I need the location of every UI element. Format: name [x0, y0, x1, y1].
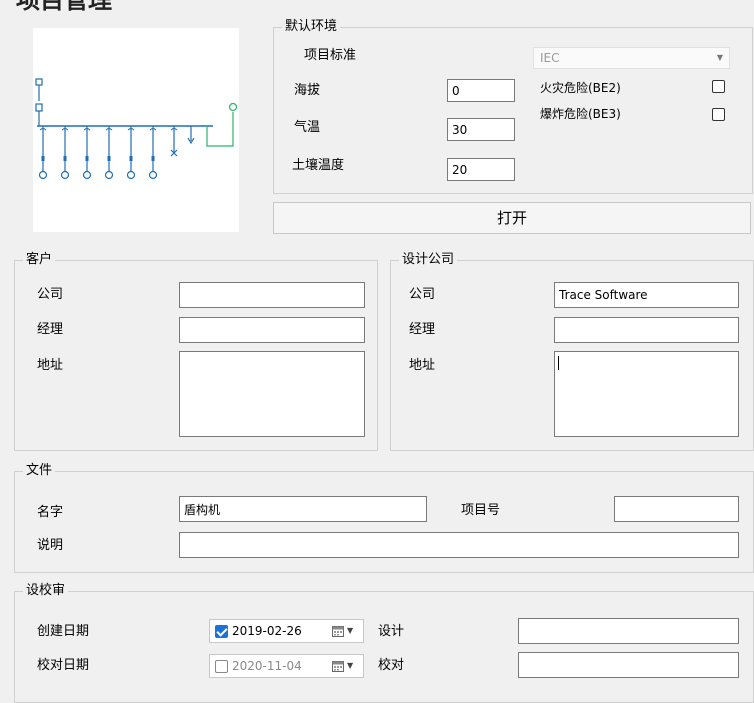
- customer-company-input[interactable]: [179, 282, 365, 308]
- checked-date-label: 校对日期: [37, 658, 90, 673]
- incoming-breaker-symbol: [35, 78, 43, 86]
- design-company-manager-label: 经理: [409, 322, 436, 337]
- feeder-2: [60, 126, 70, 180]
- fire-risk-label: 火灾危险(BE2): [540, 81, 621, 95]
- calendar-icon[interactable]: [332, 660, 344, 672]
- default-environment-title: 默认环境: [282, 19, 341, 35]
- customer-address-textarea[interactable]: [179, 351, 365, 437]
- customer-title: 客户: [23, 252, 56, 268]
- design-company-address-label: 地址: [409, 358, 436, 373]
- checked-date-picker[interactable]: 2020-11-04 ▼: [209, 654, 364, 678]
- design-company-address-textarea[interactable]: [554, 351, 739, 437]
- design-company-manager-input[interactable]: [554, 317, 739, 343]
- feeder-1: [38, 126, 48, 180]
- feeder-4: [104, 126, 114, 180]
- file-name-label: 名字: [37, 505, 64, 520]
- created-date-checkbox[interactable]: [215, 625, 228, 638]
- chevron-down-icon[interactable]: ▼: [347, 659, 353, 673]
- created-date-label: 创建日期: [37, 624, 90, 639]
- customer-address-label: 地址: [37, 358, 64, 373]
- created-date-value: 2019-02-26: [232, 624, 302, 638]
- created-date-picker[interactable]: 2019-02-26 ▼: [209, 619, 364, 643]
- review-group: 设校审: [14, 583, 754, 703]
- soil-temperature-input[interactable]: [447, 158, 515, 181]
- text-cursor: [558, 356, 559, 370]
- altitude-label: 海拔: [294, 83, 321, 98]
- single-line-diagram: [35, 78, 238, 180]
- feeder-7: [170, 126, 178, 157]
- temperature-label: 气温: [294, 120, 321, 135]
- description-input[interactable]: [179, 532, 739, 558]
- design-label: 设计: [378, 624, 405, 639]
- open-button[interactable]: 打开: [273, 202, 751, 234]
- checked-date-value: 2020-11-04: [232, 659, 302, 673]
- review-title: 设校审: [23, 583, 69, 599]
- project-number-input[interactable]: [614, 496, 739, 522]
- file-title: 文件: [23, 463, 56, 479]
- project-number-label: 项目号: [461, 503, 501, 518]
- page-title: 项目管理: [16, 0, 112, 14]
- altitude-input[interactable]: [447, 79, 515, 102]
- design-company-title: 设计公司: [399, 252, 458, 268]
- fire-risk-checkbox[interactable]: [712, 80, 725, 93]
- calendar-icon[interactable]: [332, 625, 344, 637]
- feeder-6: [148, 126, 158, 180]
- check-input[interactable]: [518, 652, 739, 678]
- incoming-switch-symbol: [35, 103, 43, 112]
- project-standard-label: 项目标准: [304, 48, 357, 63]
- coupling-link: [206, 102, 238, 147]
- customer-manager-input[interactable]: [179, 317, 365, 343]
- project-standard-select[interactable]: IEC ▼: [533, 47, 730, 69]
- feeder-8: [187, 126, 195, 145]
- diagram-preview: [33, 28, 239, 232]
- soil-temperature-label: 土壤温度: [292, 158, 345, 173]
- design-company-company-label: 公司: [409, 287, 436, 302]
- feeder-5: [126, 126, 136, 180]
- chevron-down-icon: ▼: [716, 53, 723, 62]
- customer-company-label: 公司: [37, 287, 64, 302]
- description-label: 说明: [37, 538, 64, 553]
- temperature-input[interactable]: [447, 118, 515, 141]
- file-name-input[interactable]: [179, 496, 427, 522]
- feeder-3: [82, 126, 92, 180]
- design-input[interactable]: [518, 618, 739, 644]
- design-company-company-input[interactable]: [554, 282, 739, 308]
- explosion-risk-checkbox[interactable]: [712, 108, 725, 121]
- customer-manager-label: 经理: [37, 322, 64, 337]
- chevron-down-icon[interactable]: ▼: [347, 624, 353, 638]
- check-label: 校对: [378, 658, 405, 673]
- checked-date-checkbox[interactable]: [215, 660, 228, 673]
- explosion-risk-label: 爆炸危险(BE3): [540, 107, 621, 121]
- project-standard-value: IEC: [540, 51, 560, 65]
